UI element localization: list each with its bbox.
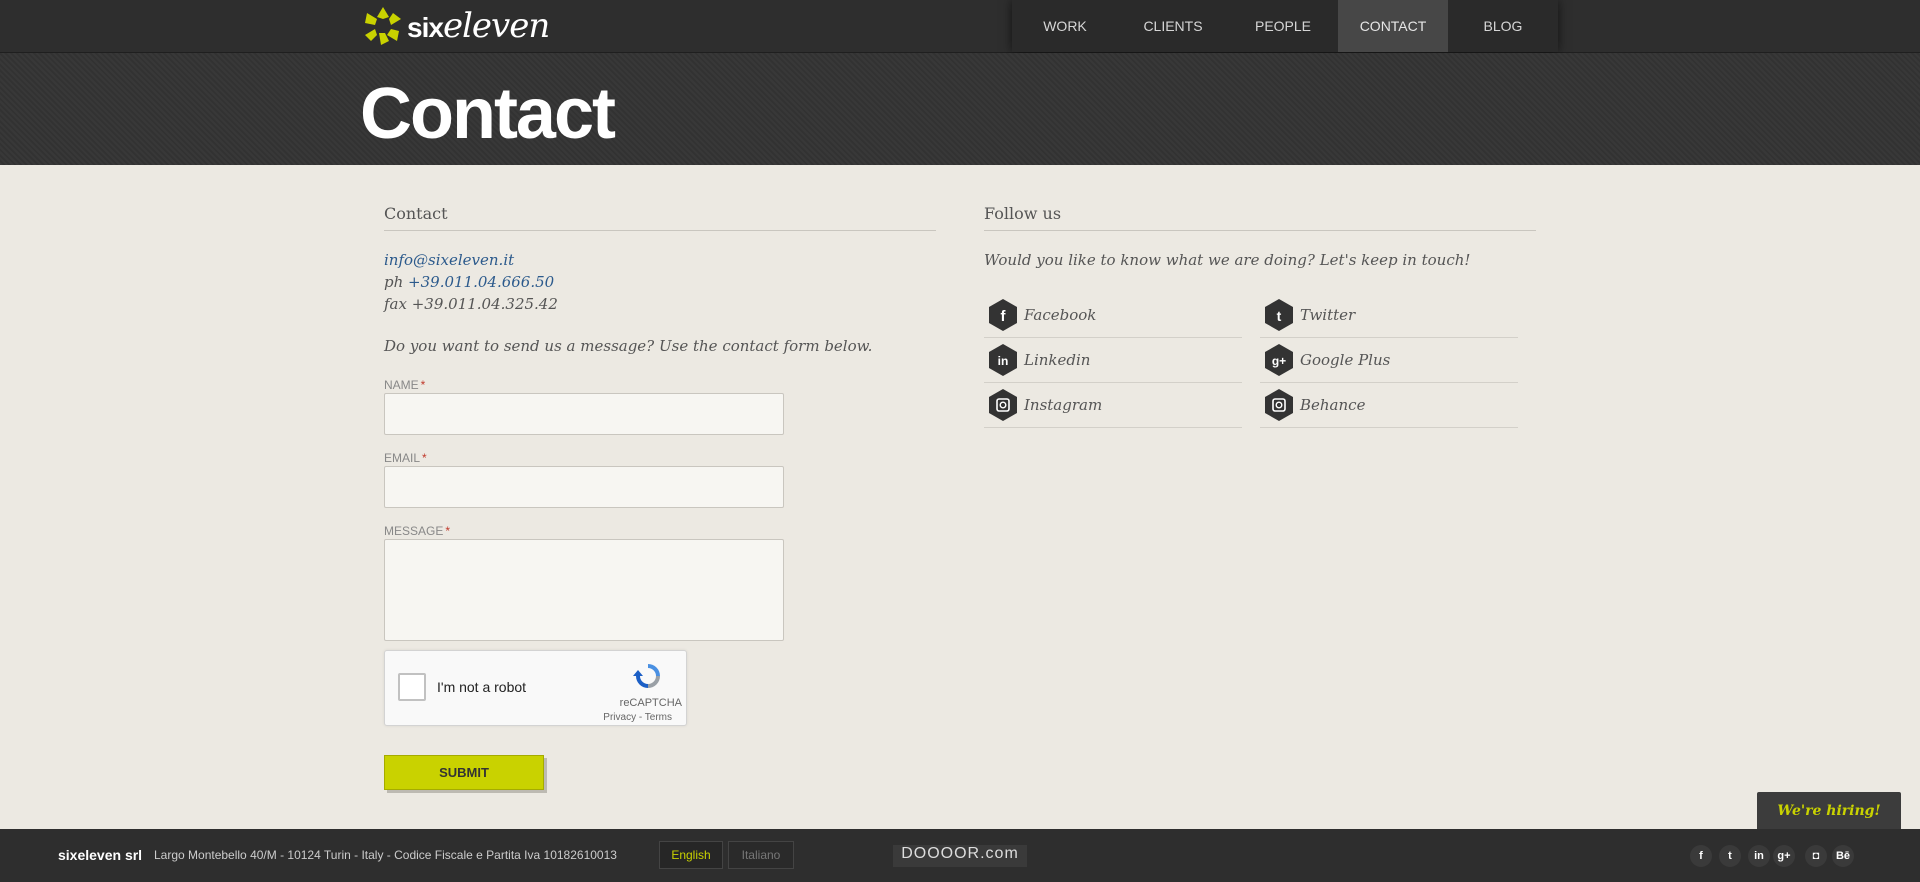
follow-intro: Would you like to know what we are doing… <box>984 251 1471 269</box>
social-label: Behance <box>1300 396 1366 414</box>
hiring-tab[interactable]: We're hiring! <box>1757 792 1901 830</box>
footer-linkedin-icon[interactable]: in <box>1748 845 1770 867</box>
recaptcha-logo-icon <box>633 664 660 688</box>
main-nav: WORK CLIENTS PEOPLE CONTACT BLOG <box>1012 0 1558 52</box>
svg-text:in: in <box>998 354 1009 368</box>
footer-facebook-icon[interactable]: f <box>1690 845 1712 867</box>
email-label: EMAIL * <box>384 451 427 465</box>
instagram-icon <box>988 388 1018 422</box>
social-instagram[interactable]: Instagram <box>984 383 1242 428</box>
divider <box>984 230 1536 231</box>
recaptcha-label: I'm not a robot <box>437 679 527 695</box>
lang-english-button[interactable]: English <box>659 841 723 869</box>
sixeleven-logo-icon <box>365 7 401 45</box>
social-twitter[interactable]: t Twitter <box>1260 293 1518 338</box>
logo-text: sixeleven <box>407 6 550 46</box>
google-plus-icon: g+ <box>1264 343 1294 377</box>
social-linkedin[interactable]: in Linkedin <box>984 338 1242 383</box>
form-intro: Do you want to send us a message? Use th… <box>384 337 873 355</box>
footer-address: Largo Montebello 40/M - 10124 Turin - It… <box>154 848 617 862</box>
footer: sixeleven srl Largo Montebello 40/M - 10… <box>0 829 1920 882</box>
social-label: Instagram <box>1024 396 1103 414</box>
nav-work[interactable]: WORK <box>1012 0 1118 52</box>
facebook-icon: f <box>988 298 1018 332</box>
phone-prefix: ph <box>384 273 404 291</box>
nav-clients[interactable]: CLIENTS <box>1118 0 1228 52</box>
name-label: NAME * <box>384 378 426 392</box>
name-input[interactable] <box>384 393 784 435</box>
nav-contact[interactable]: CONTACT <box>1338 0 1448 52</box>
contact-fax: fax +39.011.04.325.42 <box>384 295 558 313</box>
recaptcha-brand: reCAPTCHA <box>619 697 682 709</box>
social-label: Google Plus <box>1300 351 1391 369</box>
twitter-icon: t <box>1264 298 1294 332</box>
contact-email-line: info@sixeleven.it <box>384 251 514 269</box>
email-link[interactable]: info@sixeleven.it <box>384 251 514 269</box>
message-label: MESSAGE * <box>384 524 451 538</box>
footer-google-plus-icon[interactable]: g+ <box>1773 845 1795 867</box>
email-input[interactable] <box>384 466 784 508</box>
nav-people[interactable]: PEOPLE <box>1228 0 1338 52</box>
watermark: DOOOOR.com <box>893 845 1027 867</box>
site-logo[interactable]: sixeleven <box>363 4 550 48</box>
svg-text:g+: g+ <box>1272 354 1286 368</box>
message-textarea[interactable] <box>384 539 784 641</box>
recaptcha-checkbox[interactable] <box>398 673 426 701</box>
social-facebook[interactable]: f Facebook <box>984 293 1242 338</box>
linkedin-icon: in <box>988 343 1018 377</box>
submit-button[interactable]: SUBMIT <box>384 755 544 790</box>
page-header: Contact <box>0 53 1920 165</box>
footer-company: sixeleven srl <box>58 847 143 863</box>
social-google-plus[interactable]: g+ Google Plus <box>1260 338 1518 383</box>
divider <box>384 230 936 231</box>
behance-icon <box>1264 388 1294 422</box>
lang-italiano-button[interactable]: Italiano <box>728 841 794 869</box>
recaptcha-widget: I'm not a robot reCAPTCHA Privacy - Term… <box>384 650 687 726</box>
nav-blog[interactable]: BLOG <box>1448 0 1558 52</box>
top-navbar: sixeleven WORK CLIENTS PEOPLE CONTACT BL… <box>0 0 1920 53</box>
social-behance[interactable]: Behance <box>1260 383 1518 428</box>
footer-twitter-icon[interactable]: t <box>1719 845 1741 867</box>
social-label: Facebook <box>1024 306 1097 324</box>
social-label: Linkedin <box>1024 351 1091 369</box>
social-label: Twitter <box>1300 306 1356 324</box>
svg-text:t: t <box>1277 308 1282 324</box>
recaptcha-links[interactable]: Privacy - Terms <box>603 712 672 723</box>
phone-link[interactable]: +39.011.04.666.50 <box>408 273 554 291</box>
follow-heading: Follow us <box>984 204 1062 223</box>
footer-instagram-icon[interactable]: ◘ <box>1805 845 1827 867</box>
contact-heading: Contact <box>384 204 448 223</box>
contact-phone-line: ph +39.011.04.666.50 <box>384 273 554 291</box>
page-title: Contact <box>360 74 616 154</box>
footer-behance-icon[interactable]: Bē <box>1832 845 1854 867</box>
